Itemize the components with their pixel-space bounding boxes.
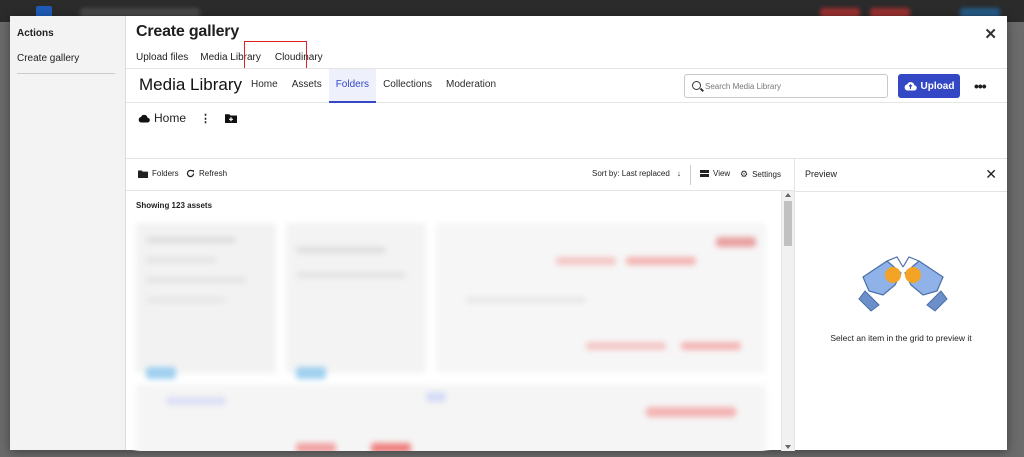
sort-arrow-icon: ↓: [676, 169, 681, 178]
asset-thumbnail: [146, 297, 226, 303]
modal-title: Create gallery: [136, 23, 240, 40]
breadcrumb: Home ⋮: [138, 111, 238, 125]
preview-header: Preview ✕: [795, 159, 1007, 192]
view-label: View: [713, 169, 731, 178]
ml-tabs: Home Assets Folders Collections Moderati…: [244, 69, 503, 103]
asset-thumbnail: [146, 277, 246, 283]
asset-count: Showing 123 assets: [136, 201, 213, 210]
cloudinary-media-library: Media Library Home Assets Folders Collec…: [126, 68, 1007, 451]
search-box: [684, 74, 888, 98]
tab-folders[interactable]: Folders: [328, 69, 377, 103]
upload-button[interactable]: Upload: [898, 74, 960, 98]
modal-close-icon[interactable]: ✕: [984, 25, 997, 43]
cloud-icon: [138, 114, 150, 123]
sidebar-divider: [17, 73, 115, 74]
upload-label: Upload: [920, 80, 955, 92]
tab-assets[interactable]: Assets: [285, 69, 329, 103]
sidebar-item-create-gallery[interactable]: Create gallery: [17, 53, 79, 64]
folder-menu-icon[interactable]: ⋮: [200, 112, 211, 125]
asset-thumbnail: [296, 367, 326, 379]
ml-title: Media Library: [139, 75, 242, 94]
sidebar-actions-title: Actions: [17, 28, 54, 39]
sort-label: Sort by: Last replaced: [592, 169, 670, 178]
settings-label: Settings: [752, 170, 781, 179]
asset-thumbnail: [136, 385, 766, 451]
view-icon: [700, 170, 709, 177]
hands-illustration-icon: [858, 256, 948, 312]
preview-title: Preview: [805, 169, 838, 179]
preview-hint: Select an item in the grid to preview it: [830, 333, 972, 343]
asset-thumbnail: [296, 247, 386, 253]
asset-toolbar: Folders Refresh Sort by: Last replaced ↓…: [126, 158, 794, 191]
asset-thumbnail: [296, 272, 406, 278]
asset-thumbnail: [626, 257, 696, 265]
asset-thumbnail: [286, 223, 426, 373]
asset-thumbnail: [146, 257, 216, 263]
asset-thumbnail: [371, 443, 411, 451]
settings-button[interactable]: ⚙ Settings: [740, 169, 781, 180]
preview-panel: Preview ✕ Select an item in the grid to …: [794, 158, 1007, 451]
folders-label: Folders: [152, 169, 179, 178]
modal-sidebar: Actions Create gallery: [10, 16, 126, 450]
asset-thumbnail: [426, 392, 446, 402]
asset-thumbnail: [556, 257, 616, 265]
toolbar-divider: [690, 165, 691, 185]
asset-thumbnail: [716, 237, 756, 247]
asset-thumbnail: [586, 342, 666, 350]
asset-thumbnail: [146, 237, 236, 243]
tab-moderation[interactable]: Moderation: [439, 69, 503, 103]
search-input[interactable]: [705, 79, 875, 94]
tab-collections[interactable]: Collections: [376, 69, 439, 103]
cloud-upload-icon: [904, 82, 917, 91]
scrollbar-thumb[interactable]: [784, 201, 792, 246]
refresh-label: Refresh: [199, 169, 228, 178]
media-modal: Actions Create gallery Create gallery ✕ …: [10, 16, 1007, 451]
blurred-asset-grid: [126, 217, 781, 451]
view-button[interactable]: View: [700, 169, 730, 178]
folders-toggle[interactable]: Folders: [138, 169, 179, 178]
search-icon: [692, 81, 701, 90]
asset-thumbnail: [646, 407, 736, 417]
scroll-up-icon[interactable]: [785, 193, 791, 197]
folder-icon: [138, 170, 148, 178]
ml-header: Media Library Home Assets Folders Collec…: [126, 69, 1007, 103]
sort-dropdown[interactable]: Sort by: Last replaced ↓: [592, 169, 681, 178]
more-options-icon[interactable]: •••: [974, 78, 987, 94]
preview-close-icon[interactable]: ✕: [985, 166, 997, 183]
tab-upload-files[interactable]: Upload files: [136, 52, 188, 63]
asset-thumbnail: [466, 297, 586, 303]
asset-thumbnail: [146, 367, 176, 379]
new-folder-icon[interactable]: [225, 113, 238, 123]
refresh-button[interactable]: Refresh: [186, 169, 227, 178]
tab-home[interactable]: Home: [244, 69, 285, 103]
scroll-down-icon[interactable]: [785, 445, 791, 449]
asset-thumbnail: [681, 342, 741, 350]
asset-grid: Showing 123 assets: [126, 191, 794, 451]
breadcrumb-home[interactable]: Home: [154, 111, 186, 125]
asset-grid-scrollbar[interactable]: [781, 191, 794, 451]
asset-thumbnail: [166, 397, 226, 405]
asset-thumbnail: [296, 443, 336, 451]
gear-icon: ⚙: [740, 169, 749, 179]
refresh-icon: [186, 169, 195, 178]
